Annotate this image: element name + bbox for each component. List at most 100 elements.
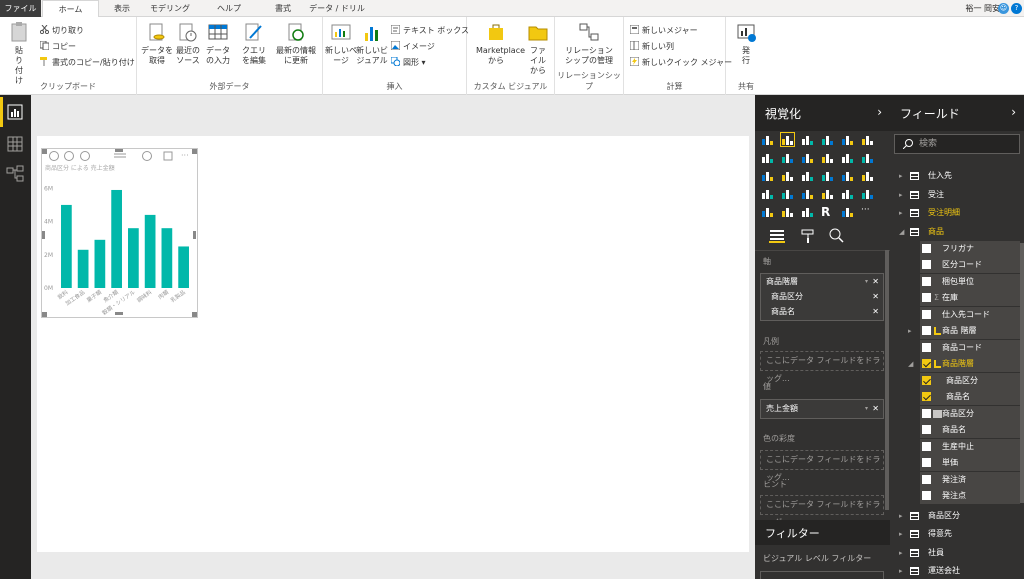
user-name[interactable]: 裕一 岡安 [965,0,1000,17]
recent-sources-button[interactable]: 最近のソース [173,21,203,66]
field-table[interactable]: ▸ 商品区分 [890,508,1024,524]
resize-handle[interactable] [42,231,45,239]
image-button[interactable]: イメージ [390,40,435,52]
paste-button[interactable]: 貼り付け [4,21,34,86]
enter-data-button[interactable]: データの入力 [204,21,232,66]
gauge-icon[interactable] [801,187,814,200]
100-bar-icon[interactable] [841,133,854,146]
globe-icon[interactable] [841,205,854,218]
collapse-fields-icon[interactable]: › [1011,105,1016,119]
collapse-arrow-icon[interactable]: ◢ [899,224,904,240]
scatter-icon[interactable] [781,169,794,182]
drill-up-icon[interactable] [49,151,59,161]
copy-button[interactable]: コピー [39,40,76,52]
field-item[interactable]: 生産中止 [920,438,1020,455]
stacked-bar-icon[interactable] [761,133,774,146]
bar[interactable] [178,246,189,288]
field-checkbox[interactable] [922,491,931,500]
table-icon[interactable] [781,205,794,218]
shapes-button[interactable]: 図形 ▾ [390,56,426,68]
expand-arrow-icon[interactable]: ▸ [908,323,912,339]
field-item[interactable]: ◢ 商品階層 [908,356,1020,372]
help-icon[interactable]: ? [1011,3,1022,14]
field-checkbox[interactable] [922,458,931,467]
funnel-icon[interactable] [781,187,794,200]
textbox-button[interactable]: テキスト ボックス [390,24,469,36]
field-item[interactable]: 商品コード [920,339,1020,356]
field-table[interactable]: ▸ 受注 [890,187,1024,203]
field-item[interactable]: 梱包単位 [920,273,1020,290]
field-item[interactable]: ▸ 商品 階層 [908,323,1020,339]
line-icon[interactable] [761,151,774,164]
field-item[interactable]: 発注点 [920,488,1020,504]
bar[interactable] [161,228,173,288]
column-chart-visual[interactable]: ··· 商品区分 による 売上金額 6M 4M 2M 0M 飲料 加工食品 菓子類 魚介類穀… [41,148,198,318]
expand-arrow-icon[interactable]: ▸ [899,205,903,221]
more-icon[interactable]: ··· [861,205,874,218]
clustered-column-icon[interactable] [821,133,834,146]
analytics-magnifier-icon[interactable] [829,228,844,243]
format-painter-button[interactable]: 書式のコピー/貼り付け [40,57,135,68]
remove-axis-product-name-icon[interactable]: ✕ [872,306,879,318]
focus-mode-icon[interactable] [163,151,173,161]
field-checkbox[interactable] [922,260,931,269]
treemap-icon[interactable] [841,169,854,182]
refresh-button[interactable]: 最新の情報に更新 [275,21,317,66]
matrix-icon[interactable] [801,205,814,218]
tooltip-well[interactable]: ここにデータ フィールドをドラッグ... [760,495,884,527]
clustered-bar-icon[interactable] [801,133,814,146]
field-checkbox[interactable] [922,392,931,401]
bar[interactable] [144,214,156,288]
remove-axis-category-icon[interactable]: ✕ [872,291,879,303]
expand-arrow-icon[interactable]: ▸ [899,187,903,203]
drill-down-mode-icon[interactable] [64,151,74,161]
axis-field-category[interactable]: 商品区分 [771,291,803,303]
pie-icon[interactable] [801,169,814,182]
area-icon[interactable] [781,151,794,164]
field-checkbox[interactable] [922,293,931,302]
expand-arrow-icon[interactable]: ▸ [899,563,903,579]
expand-arrow-icon[interactable]: ▸ [899,526,903,542]
edit-queries-button[interactable]: クエリを編集 [239,21,269,66]
filter-well[interactable] [760,571,884,579]
axis-dropdown-icon[interactable]: ▾ [865,276,868,288]
smiley-icon[interactable]: ☺ [998,3,1009,14]
field-checkbox[interactable] [922,326,931,335]
legend-well[interactable]: ここにデータ フィールドをドラッグ... [760,351,884,383]
field-table[interactable]: ▸ 仕入先 [890,168,1024,184]
field-item[interactable]: Σ 在庫 [920,290,1020,306]
from-file-button[interactable]: ファイルから [525,21,551,76]
new-measure-button[interactable]: 新しいメジャー [629,24,698,36]
viz-scrollbar[interactable] [885,250,889,510]
tab-file[interactable]: ファイル [0,0,41,17]
tab-help[interactable]: ヘルプ [205,0,253,17]
field-item[interactable]: 単価 [920,455,1020,471]
field-item[interactable]: フリガナ [920,240,1020,257]
tab-data-drill[interactable]: データ / ドリル [305,0,369,17]
field-item[interactable]: 商品区分 [920,405,1020,422]
marketplace-button[interactable]: Marketplaceから [469,21,525,66]
field-checkbox[interactable] [922,474,931,484]
line-column-icon[interactable] [821,151,834,164]
fields-tab-icon[interactable] [769,229,785,243]
publish-button[interactable]: 発行 [730,21,762,66]
new-page-button[interactable]: 新しいページ [325,21,357,66]
new-visual-button[interactable]: 新しいビジュアル [355,21,389,66]
cut-button[interactable]: 切り取り [39,24,84,36]
waterfall-icon[interactable] [761,169,774,182]
100-column-icon[interactable] [861,133,874,146]
field-table[interactable]: ◢ 商品 [890,224,1024,240]
fields-scrollbar[interactable] [1020,243,1024,503]
field-item[interactable]: 区分コード [920,257,1020,273]
kpi-icon[interactable] [861,187,874,200]
value-well[interactable]: 売上金額 ▾ ✕ [760,399,884,419]
field-checkbox[interactable] [922,441,931,451]
ribbon-icon[interactable] [861,151,874,164]
card-icon[interactable] [821,187,834,200]
field-table[interactable]: ▸ 得意先 [890,526,1024,542]
bar[interactable] [94,239,106,288]
value-dropdown-icon[interactable]: ▾ [865,400,868,418]
field-table[interactable]: ▸ 受注明細 [890,205,1024,221]
multirow-card-icon[interactable] [841,187,854,200]
tab-format[interactable]: 書式 [263,0,303,17]
